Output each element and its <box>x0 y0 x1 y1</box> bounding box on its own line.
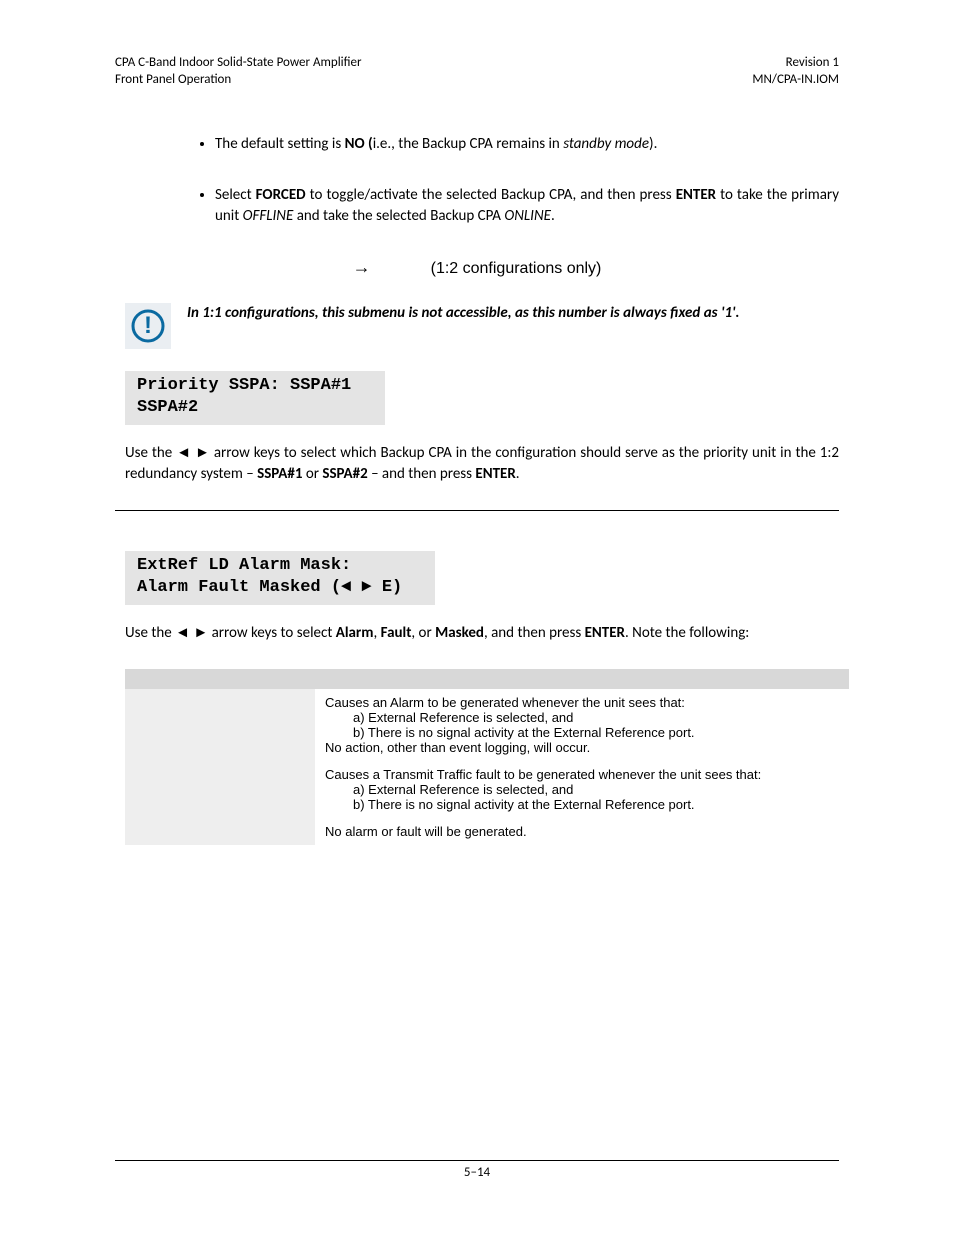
paragraph-1: Use the ◄ ► arrow keys to select which B… <box>125 443 839 485</box>
lcd-display-2: ExtRef LD Alarm Mask: Alarm Fault Masked… <box>125 551 435 605</box>
lcd-line: Alarm Fault Masked (◄ ► E) <box>137 577 423 599</box>
text: , and then press <box>484 624 585 642</box>
text-bold: ENTER <box>676 186 716 204</box>
bullet-list: The default setting is NO (i.e., the Bac… <box>193 134 839 227</box>
text: a) External Reference is selected, and <box>325 782 839 797</box>
table-row: Causes an Alarm to be generated whenever… <box>125 689 849 761</box>
lcd-line: Priority SSPA: SSPA#1 <box>137 375 373 397</box>
text: , <box>373 624 380 642</box>
header-subtitle: Front Panel Operation <box>115 72 362 89</box>
arrow-text: (1:2 configurations only) <box>431 260 602 277</box>
text: Causes an Alarm to be generated whenever… <box>325 695 685 710</box>
table-cell-label <box>125 761 315 818</box>
text-italic: OFFLINE <box>243 207 294 225</box>
text-bold: SSPA#2 <box>322 465 367 483</box>
arrow-icon: → <box>353 257 371 277</box>
lcd-line: ExtRef LD Alarm Mask: <box>137 555 423 577</box>
paragraph-2: Use the ◄ ► arrow keys to select Alarm , … <box>125 623 839 644</box>
bullet-item-2: Select FORCED to toggle/activate the sel… <box>215 185 839 227</box>
text-italic: standby mode <box>563 135 649 153</box>
table-row: Causes a Transmit Traffic fault to be ge… <box>125 761 849 818</box>
header-docnum: MN/CPA-IN.IOM <box>752 72 839 89</box>
lcd-line: SSPA#2 <box>137 397 373 419</box>
text-bold: SSPA#1 <box>257 465 302 483</box>
header-right: Revision 1 MN/CPA-IN.IOM <box>752 55 839 89</box>
text: and take the selected Backup CPA <box>293 207 504 225</box>
text: . Note the following: <box>625 624 749 642</box>
table-cell-desc: Causes an Alarm to be generated whenever… <box>315 689 849 761</box>
text: to toggle/activate the selected Backup C… <box>306 186 676 204</box>
text: Causes a Transmit Traffic fault to be ge… <box>325 767 761 782</box>
text-bold: ENTER <box>475 465 515 483</box>
page-number: 5–14 <box>464 1165 490 1180</box>
text: or <box>302 465 322 483</box>
table-header-cell <box>125 669 315 689</box>
table-header-row <box>125 669 849 689</box>
text: i.e., the Backup CPA remains in <box>373 135 564 153</box>
table-cell-label <box>125 818 315 845</box>
text: The default setting is <box>215 135 345 153</box>
lcd-display-1: Priority SSPA: SSPA#1 SSPA#2 <box>125 371 385 425</box>
text: No alarm or fault will be generated. <box>325 824 527 839</box>
table-header-cell <box>315 669 849 689</box>
text-bold: NO ( <box>345 135 373 153</box>
bullet-item-1: The default setting is NO (i.e., the Bac… <box>215 134 839 155</box>
table-cell-label <box>125 689 315 761</box>
page-header: CPA C-Band Indoor Solid-State Power Ampl… <box>115 55 839 89</box>
table-cell-desc: Causes a Transmit Traffic fault to be ge… <box>315 761 849 818</box>
text: No action, other than event logging, wil… <box>325 740 590 755</box>
text: ). <box>649 135 657 153</box>
table-cell-desc: No alarm or fault will be generated. <box>315 818 849 845</box>
note-text: In 1:1 configurations, this submenu is n… <box>187 303 740 323</box>
callout-note: ! In 1:1 configurations, this submenu is… <box>125 303 839 349</box>
text-italic: ONLINE <box>504 207 551 225</box>
header-left: CPA C-Band Indoor Solid-State Power Ampl… <box>115 55 362 89</box>
text: Select <box>215 186 256 204</box>
table-row: No alarm or fault will be generated. <box>125 818 849 845</box>
page-footer: 5–14 <box>115 1160 839 1180</box>
text: , or <box>411 624 435 642</box>
header-title: CPA C-Band Indoor Solid-State Power Ampl… <box>115 55 362 72</box>
text: b) There is no signal activity at the Ex… <box>325 797 839 812</box>
text-bold: Fault <box>381 624 412 642</box>
arrow-note: → (1:2 configurations only) <box>115 257 839 278</box>
text: b) There is no signal activity at the Ex… <box>325 725 839 740</box>
text: Use the ◄ ► arrow keys to select <box>125 624 336 642</box>
text: a) External Reference is selected, and <box>325 710 839 725</box>
section-divider <box>115 510 839 511</box>
header-revision: Revision 1 <box>752 55 839 72</box>
text-bold: ENTER <box>585 624 625 642</box>
warning-icon: ! <box>125 303 171 349</box>
text-bold: FORCED <box>256 186 306 204</box>
text: – and then press <box>368 465 476 483</box>
text: . <box>551 207 555 225</box>
text-bold: Alarm <box>336 624 374 642</box>
text-bold: Masked <box>435 624 484 642</box>
alarm-table: Causes an Alarm to be generated whenever… <box>125 669 849 845</box>
text: . <box>516 465 520 483</box>
